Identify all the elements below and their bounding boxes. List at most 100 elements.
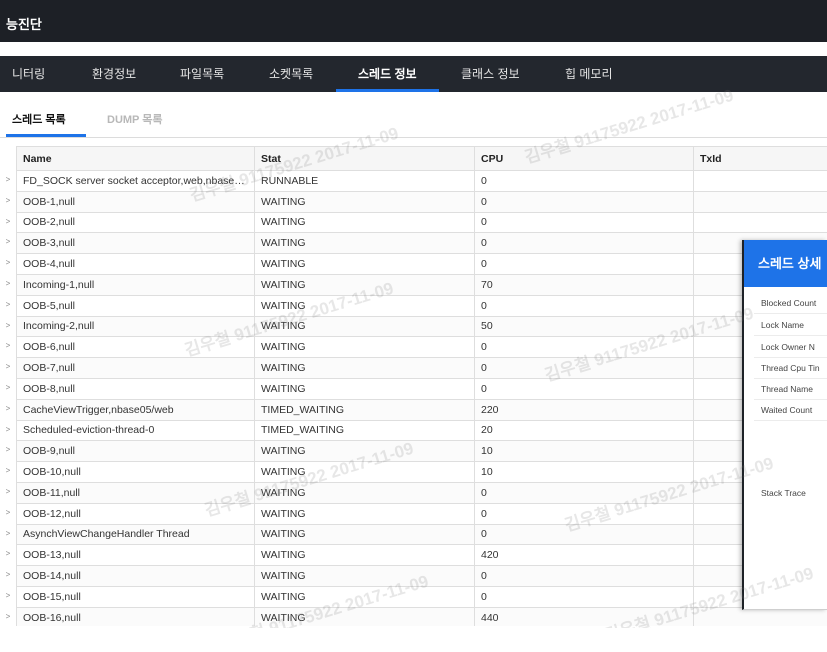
table-row[interactable]: Scheduled-eviction-thread-0 TIMED_WAITING…: [16, 419, 827, 442]
table-row[interactable]: OOB-8,null WAITING 0: [16, 377, 827, 400]
column-header-cpu[interactable]: CPU: [474, 146, 694, 171]
cell-name: OOB-4,null: [16, 253, 255, 275]
row-expand-icon: >: [5, 320, 11, 330]
table-row[interactable]: OOB-5,null WAITING 0: [16, 294, 827, 317]
cell-cpu: 440: [474, 606, 694, 626]
column-header-stat[interactable]: Stat: [254, 146, 475, 171]
table-row[interactable]: CacheViewTrigger,nbase05/web TIMED_WAITIN…: [16, 398, 827, 421]
cell-txid: [693, 211, 827, 234]
subtab-dump-list[interactable]: DUMP 목록: [107, 111, 163, 127]
cell-name: Scheduled-eviction-thread-0: [16, 419, 255, 442]
cell-txid: [693, 606, 827, 626]
row-expand-icon: >: [5, 570, 11, 580]
sub-tabs: 스레드 목록 DUMP 목록: [0, 100, 827, 138]
tab-monitoring[interactable]: 니터링: [12, 56, 45, 92]
bottom-margin: [0, 628, 827, 652]
cell-name: OOB-8,null: [16, 377, 255, 400]
tab-environment[interactable]: 환경정보: [92, 56, 136, 92]
detail-label-lock-name: Lock Name: [761, 320, 804, 330]
tab-heap-memory[interactable]: 힙 메모리: [565, 56, 613, 92]
detail-separator: [754, 313, 827, 314]
tab-threads[interactable]: 스레드 정보: [358, 56, 417, 92]
cell-name: OOB-1,null: [16, 190, 255, 213]
cell-cpu: 0: [474, 377, 694, 400]
window-title: 능진단: [6, 17, 42, 32]
cell-cpu: 0: [474, 211, 694, 234]
table-row[interactable]: OOB-4,null WAITING 0: [16, 253, 827, 275]
table-header-row: Name Stat CPU TxId: [16, 146, 827, 171]
tab-classes[interactable]: 클래스 정보: [461, 56, 520, 92]
row-expand-icon: >: [5, 216, 11, 226]
cell-cpu: 220: [474, 398, 694, 421]
cell-name: OOB-9,null: [16, 440, 255, 463]
table-row[interactable]: OOB-7,null WAITING 0: [16, 357, 827, 379]
row-expand-icon: >: [5, 611, 11, 621]
cell-stat: WAITING: [254, 481, 475, 504]
table-row[interactable]: OOB-13,null WAITING 420: [16, 544, 827, 567]
detail-separator: [754, 357, 827, 358]
column-header-name[interactable]: Name: [16, 146, 255, 171]
cell-cpu: 70: [474, 273, 694, 296]
cell-stat: WAITING: [254, 461, 475, 483]
thread-grid-area: Name Stat CPU TxId FD_SOCK server socket…: [0, 146, 827, 626]
column-header-txid[interactable]: TxId: [693, 146, 827, 171]
cell-stat: WAITING: [254, 336, 475, 359]
cell-cpu: 0: [474, 190, 694, 213]
cell-stat: WAITING: [254, 294, 475, 317]
table-row[interactable]: OOB-14,null WAITING 0: [16, 565, 827, 587]
cell-name: OOB-5,null: [16, 294, 255, 317]
cell-cpu: 10: [474, 440, 694, 463]
table-row[interactable]: OOB-1,null WAITING 0: [16, 190, 827, 213]
cell-name: OOB-13,null: [16, 544, 255, 567]
row-expand-icon: >: [5, 382, 11, 392]
cell-name: FD_SOCK server socket acceptor,web,nbase…: [16, 170, 255, 192]
thread-detail-panel: 스레드 상세 Blocked Count Lock Name Lock Owne…: [742, 240, 827, 610]
row-markers: > > > > > > > > > > > > > > > > > > > > > >: [0, 170, 16, 628]
cell-cpu: 0: [474, 357, 694, 379]
table-row[interactable]: OOB-6,null WAITING 0: [16, 336, 827, 359]
cell-name: OOB-16,null: [16, 606, 255, 626]
tab-sockets[interactable]: 소켓목록: [269, 56, 313, 92]
table-row[interactable]: OOB-16,null WAITING 440: [16, 606, 827, 626]
table-row[interactable]: OOB-15,null WAITING 0: [16, 585, 827, 608]
table-row[interactable]: OOB-11,null WAITING 0: [16, 481, 827, 504]
row-expand-icon: >: [5, 445, 11, 455]
cell-cpu: 0: [474, 253, 694, 275]
cell-cpu: 0: [474, 502, 694, 525]
thread-table: Name Stat CPU TxId FD_SOCK server socket…: [16, 146, 827, 626]
table-row[interactable]: AsynchViewChangeHandler Thread WAITING 0: [16, 523, 827, 546]
table-row[interactable]: Incoming-1,null WAITING 70: [16, 273, 827, 296]
cell-name: OOB-15,null: [16, 585, 255, 608]
table-row[interactable]: OOB-9,null WAITING 10: [16, 440, 827, 463]
cell-cpu: 0: [474, 523, 694, 546]
cell-name: Incoming-1,null: [16, 273, 255, 296]
table-body: FD_SOCK server socket acceptor,web,nbase…: [16, 170, 827, 626]
cell-cpu: 0: [474, 481, 694, 504]
tab-files[interactable]: 파일목록: [180, 56, 224, 92]
detail-separator: [754, 378, 827, 379]
detail-label-stack-trace: Stack Trace: [761, 488, 806, 498]
table-row[interactable]: OOB-12,null WAITING 0: [16, 502, 827, 525]
cell-stat: WAITING: [254, 377, 475, 400]
cell-cpu: 0: [474, 336, 694, 359]
cell-cpu: 0: [474, 585, 694, 608]
cell-cpu: 0: [474, 232, 694, 255]
detail-label-thread-cpu-time: Thread Cpu Tin: [761, 363, 820, 373]
row-expand-icon: >: [5, 237, 11, 247]
title-bar: 능진단: [0, 0, 827, 42]
detail-label-waited-count: Waited Count: [761, 405, 813, 415]
table-row[interactable]: OOB-3,null WAITING 0: [16, 232, 827, 255]
subtab-thread-list[interactable]: 스레드 목록: [12, 111, 66, 127]
cell-name: OOB-11,null: [16, 481, 255, 504]
cell-cpu: 0: [474, 294, 694, 317]
table-row[interactable]: FD_SOCK server socket acceptor,web,nbase…: [16, 170, 827, 192]
cell-stat: WAITING: [254, 357, 475, 379]
cell-stat: WAITING: [254, 232, 475, 255]
row-expand-icon: >: [5, 362, 11, 372]
detail-separator: [754, 420, 827, 421]
table-row[interactable]: OOB-10,null WAITING 10: [16, 461, 827, 483]
cell-stat: TIMED_WAITING: [254, 398, 475, 421]
table-row[interactable]: Incoming-2,null WAITING 50: [16, 315, 827, 338]
table-row[interactable]: OOB-2,null WAITING 0: [16, 211, 827, 234]
row-expand-icon: >: [5, 486, 11, 496]
